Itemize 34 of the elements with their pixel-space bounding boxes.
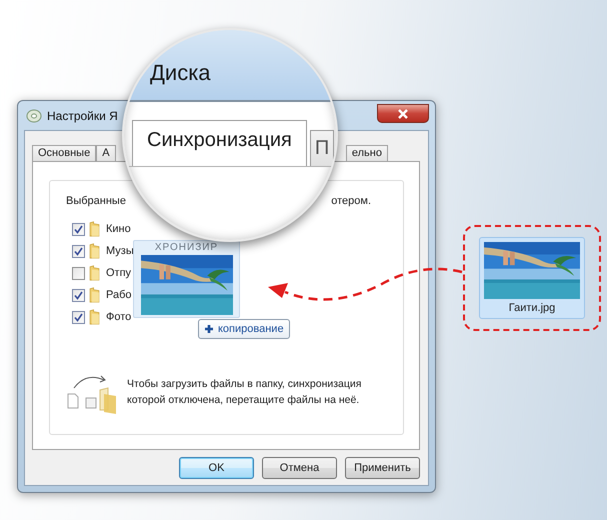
folder-icon: [89, 221, 100, 237]
folder-label[interactable]: Отпу: [106, 267, 132, 279]
tab[interactable]: ельно: [346, 145, 388, 161]
folder-icon: [89, 309, 100, 325]
checkbox[interactable]: [72, 310, 85, 324]
tab[interactable]: Основные: [32, 145, 96, 161]
window-title: Настройки Я: [47, 108, 118, 122]
dialog-button[interactable]: Применить: [345, 457, 420, 479]
close-icon: [397, 108, 409, 118]
dialog-button[interactable]: Отмена: [262, 457, 337, 479]
tab[interactable]: А: [96, 145, 116, 161]
folder-label[interactable]: Музы: [106, 245, 134, 257]
plus-icon: [204, 324, 214, 334]
magnified-title: Диска: [150, 60, 211, 86]
checkbox[interactable]: [72, 244, 85, 258]
hint-text: Чтобы загрузить файлы в папку, синхронизация которой отключена, перетащите файлы на неё.: [127, 377, 362, 408]
intro-text: Выбранные: [66, 195, 126, 209]
checkbox[interactable]: [72, 288, 85, 302]
folder-icon: [89, 243, 100, 259]
disc-icon: [26, 108, 42, 124]
folder-icon: [89, 287, 100, 303]
folder-icon: [89, 265, 100, 281]
checkbox[interactable]: [72, 222, 85, 236]
drag-caption: ХРОНИЗИР: [154, 243, 218, 253]
close-button[interactable]: [377, 104, 429, 123]
copy-label: копирование: [218, 323, 284, 335]
folder-label[interactable]: Рабо: [106, 289, 132, 301]
file-name: Гаити.jpg: [508, 302, 556, 314]
checkbox[interactable]: [72, 266, 85, 280]
folder-label[interactable]: Кино: [106, 223, 131, 235]
folder-label[interactable]: Фото: [106, 311, 132, 323]
dialog-button[interactable]: OK: [179, 457, 254, 479]
file-tile[interactable]: Гаити.jpg: [479, 237, 585, 319]
intro-text: отером.: [331, 195, 371, 209]
